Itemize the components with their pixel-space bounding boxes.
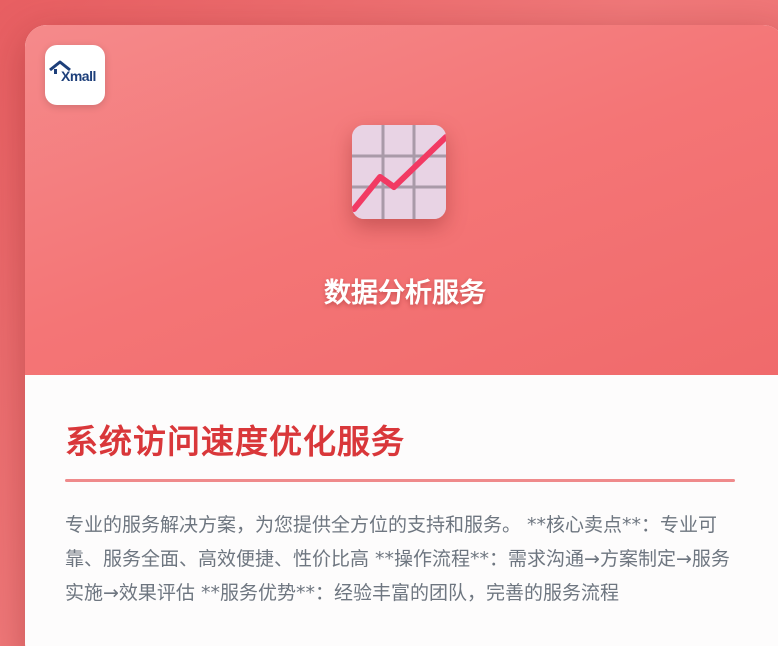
service-description: 专业的服务解决方案，为您提供全方位的支持和服务。 **核心卖点**：专业可靠、服… (65, 514, 730, 604)
title-divider (65, 479, 735, 482)
xmall-logo-icon: Xmall (49, 60, 101, 90)
hero-banner: Xmall 数据分析服务 (25, 25, 778, 375)
brand-logo[interactable]: Xmall (45, 45, 105, 105)
logo-text: Xmall (61, 68, 96, 84)
service-card: Xmall 数据分析服务 系统访问速度优化服务 专业的服务解决方案，为您提供全方… (25, 25, 778, 646)
line-chart-grid-icon (352, 125, 446, 219)
content-section: 系统访问速度优化服务 专业的服务解决方案，为您提供全方位的支持和服务。 **核心… (25, 375, 778, 646)
service-title: 系统访问速度优化服务 (65, 422, 405, 461)
hero-title: 数据分析服务 (324, 278, 486, 309)
